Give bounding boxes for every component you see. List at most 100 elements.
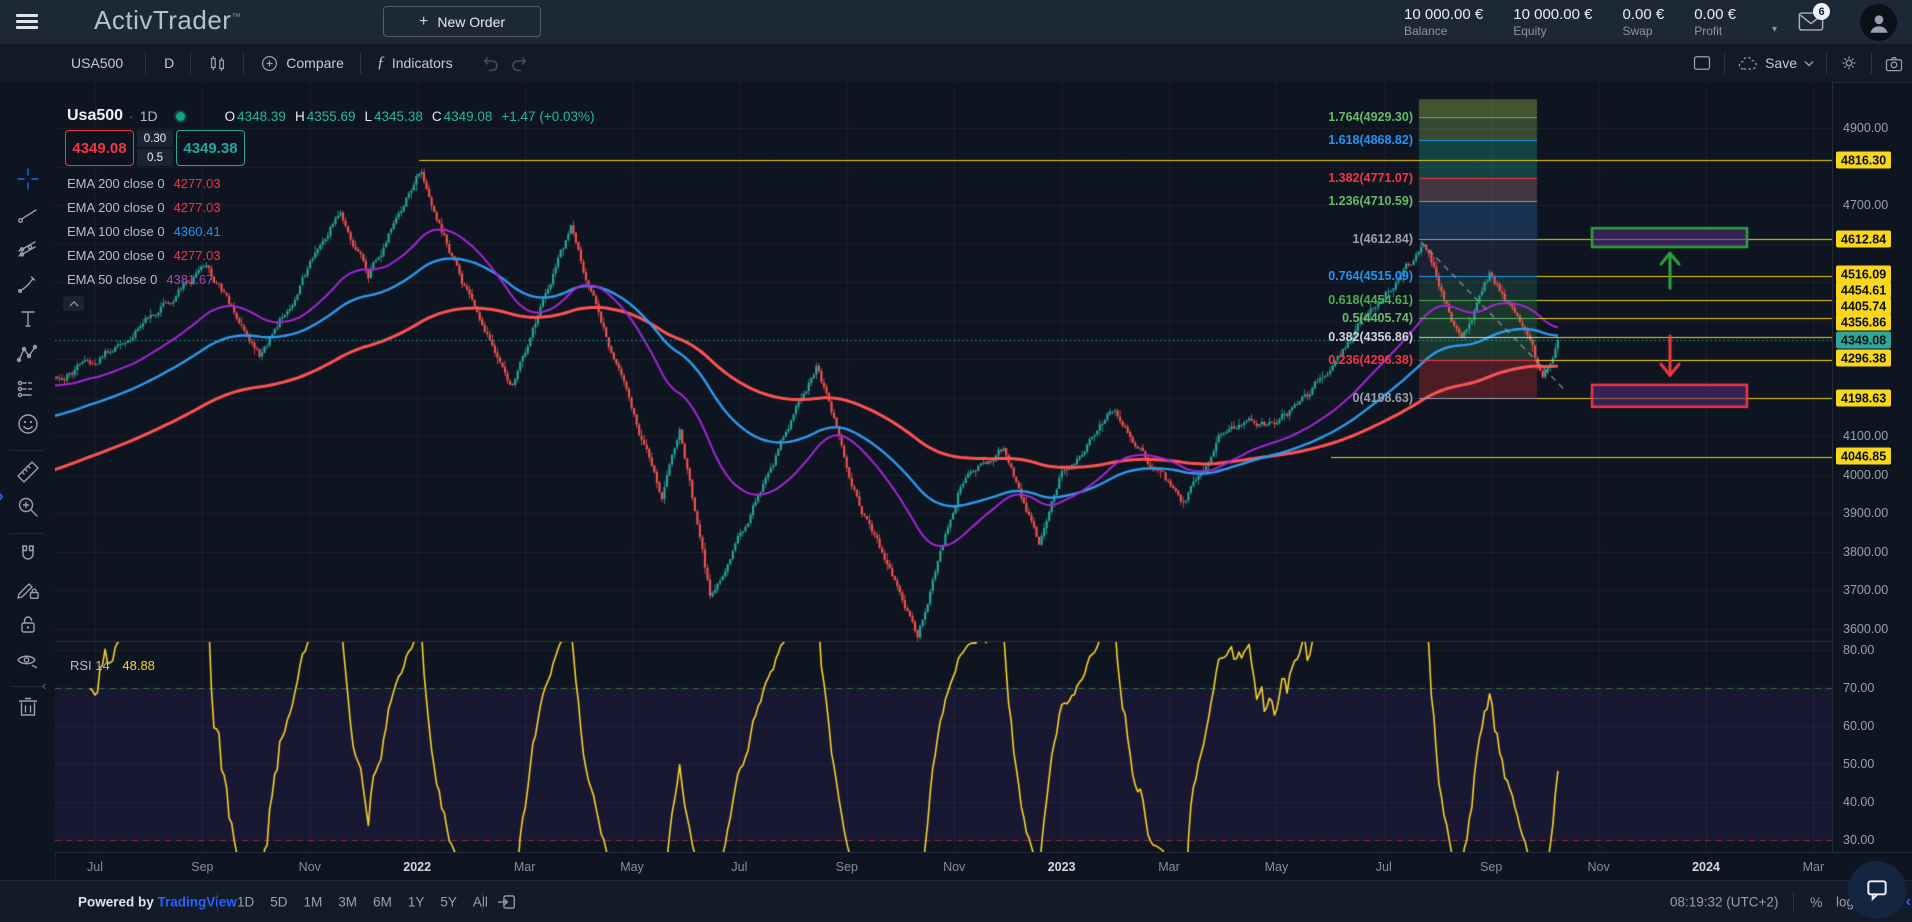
legend-symbol[interactable]: Usa500 (67, 107, 123, 125)
rsi-tick: 60.00 (1843, 719, 1874, 733)
fib-level-label[interactable]: 1.382(4771.07) (1328, 171, 1413, 185)
range-6m[interactable]: 6M (373, 895, 392, 910)
profit-caret-icon[interactable]: ▾ (1772, 24, 1777, 35)
logo-text: ActivTrader (94, 5, 231, 35)
trash-icon[interactable] (13, 693, 43, 723)
eye-icon[interactable] (13, 645, 43, 675)
pane-collapse-icon[interactable]: ‹ (42, 678, 46, 693)
save-button[interactable]: Save (1737, 54, 1814, 72)
range-all[interactable]: All (473, 895, 488, 910)
ohlc-close-label: C (432, 109, 442, 124)
indicator-row[interactable]: EMA 50 close 0 4381.67 (67, 267, 221, 291)
range-5y[interactable]: 5Y (440, 895, 457, 910)
buy-button[interactable]: 4349.38 (176, 130, 245, 166)
ruler-icon[interactable] (13, 457, 43, 487)
activtrader-app: ActivTrader™ + New Order 10 000.00 €Bala… (0, 0, 1912, 922)
price-level-badge: 4405.74 (1836, 298, 1891, 315)
rsi-value: 48.88 (122, 658, 155, 673)
tradingview-link[interactable]: TradingView (158, 895, 237, 910)
range-3m[interactable]: 3M (338, 895, 357, 910)
zoom-in-icon[interactable] (13, 492, 43, 522)
top-bar: ActivTrader™ + New Order 10 000.00 €Bala… (0, 0, 1912, 44)
ohlc-open-value: 4348.39 (237, 109, 286, 124)
new-order-button[interactable]: + New Order (383, 6, 541, 37)
trend-line-icon[interactable] (13, 199, 43, 229)
price-level-badge: 4516.09 (1836, 266, 1891, 283)
fib-level-label[interactable]: 0.764(4515.09) (1328, 269, 1413, 283)
redo-button[interactable] (510, 54, 529, 73)
fib-level-label[interactable]: 1.618(4868.82) (1328, 133, 1413, 147)
collapse-right-icon[interactable]: ‹ (1906, 893, 1911, 911)
indicator-row[interactable]: EMA 100 close 04360.41 (67, 219, 221, 243)
fib-level-label[interactable]: 0.618(4454.61) (1328, 293, 1413, 307)
layout-button[interactable] (1692, 54, 1712, 72)
brush-icon[interactable] (13, 269, 43, 299)
indicator-row[interactable]: EMA 200 close 04277.03 (67, 243, 221, 267)
range-1d[interactable]: 1D (237, 895, 254, 910)
time-tick: Mar (514, 860, 536, 874)
crosshair-icon[interactable] (13, 164, 43, 194)
stat-value: 0.00 € (1694, 6, 1736, 23)
gann-fib-icon[interactable] (13, 234, 43, 264)
market-status-dot[interactable] (174, 110, 187, 123)
fib-level-label[interactable]: 1(4612.84) (1353, 232, 1413, 246)
indicator-value: 4381.67 (166, 272, 213, 287)
separator (190, 52, 191, 74)
text-icon[interactable] (13, 304, 43, 334)
price-chart[interactable] (55, 82, 1832, 852)
fib-level-label[interactable]: 1.764(4929.30) (1328, 110, 1413, 124)
clock[interactable]: 08:19:32 (UTC+2) (1670, 895, 1778, 910)
fib-level-label[interactable]: 0.5(4405.74) (1342, 311, 1413, 325)
spread-high: 0.30 (137, 130, 173, 147)
price-tick: 4100.00 (1843, 429, 1888, 443)
compare-button[interactable]: Compare (260, 54, 344, 73)
indicator-row[interactable]: EMA 200 close 04277.03 (67, 171, 221, 195)
indicator-row[interactable]: EMA 200 close 04277.03 (67, 195, 221, 219)
price-tick: 4900.00 (1843, 121, 1888, 135)
emoji-icon[interactable] (13, 409, 43, 439)
divider (10, 533, 44, 534)
price-axis[interactable]: 4900.004700.004100.004000.003900.003800.… (1832, 82, 1912, 852)
fib-level-label[interactable]: 1.236(4710.59) (1328, 194, 1413, 208)
snapshot-button[interactable] (1884, 54, 1904, 73)
ohlc-change: +1.47 (+0.03%) (501, 109, 594, 124)
settings-button[interactable] (1839, 53, 1859, 73)
range-1m[interactable]: 1M (304, 895, 323, 910)
chart-style-icon[interactable] (207, 53, 227, 73)
magnet-icon[interactable] (13, 540, 43, 570)
separator (482, 892, 483, 912)
percent-scale-button[interactable]: % (1810, 894, 1822, 910)
avatar[interactable] (1860, 4, 1897, 41)
indicator-name: EMA 50 close 0 (67, 272, 157, 287)
fib-level-label[interactable]: 0.236(4296.38) (1328, 353, 1413, 367)
separator (243, 52, 244, 74)
separator (1826, 52, 1827, 74)
xabcd-pattern-icon[interactable] (13, 339, 43, 369)
forecast-icon[interactable] (13, 374, 43, 404)
fib-level-label[interactable]: 0.382(4356.86) (1328, 330, 1413, 344)
indicator-name: EMA 200 close 0 (67, 176, 165, 191)
stat-label: Profit (1694, 24, 1736, 38)
indicators-button[interactable]: ƒ Indicators (377, 54, 453, 72)
ohlc-close-value: 4349.08 (444, 109, 493, 124)
draw-lock-icon[interactable] (13, 575, 43, 605)
sell-button[interactable]: 4349.08 (65, 130, 134, 166)
time-tick: Sep (836, 860, 858, 874)
current-price-badge: 4349.08 (1836, 332, 1891, 349)
undo-button[interactable] (481, 54, 500, 73)
go-to-date-button[interactable] (496, 893, 517, 912)
sidebar-expand-icon[interactable]: › (0, 486, 4, 506)
legend-collapse-button[interactable] (63, 296, 84, 311)
fib-level-label[interactable]: 0(4198.63) (1353, 391, 1413, 405)
symbol-search-button[interactable]: USA500 (71, 55, 123, 71)
chevron-down-icon (1804, 60, 1814, 67)
lock-icon[interactable] (13, 610, 43, 640)
legend-interval[interactable]: 1D (140, 108, 158, 124)
menu-icon[interactable] (16, 14, 38, 30)
range-1y[interactable]: 1Y (408, 895, 425, 910)
layout-icon (1692, 54, 1712, 72)
interval-button[interactable]: D (164, 55, 174, 71)
chat-button[interactable] (1848, 861, 1906, 919)
range-5d[interactable]: 5D (270, 895, 287, 910)
time-axis[interactable]: JulSepNov2022MarMayJulSepNov2023MarMayJu… (55, 852, 1912, 881)
